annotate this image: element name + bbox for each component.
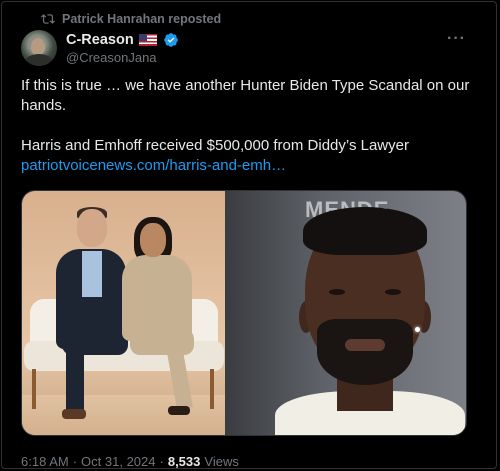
tweet-line-2: Harris and Emhoff received $500,000 from… (21, 137, 409, 154)
views-label: Views (204, 454, 239, 469)
repost-icon (41, 14, 55, 24)
us-flag-icon (138, 34, 157, 46)
more-options-button[interactable]: ··· (447, 30, 466, 48)
photo-couple-on-sofa[interactable] (22, 191, 225, 435)
post-date[interactable]: Oct 31, 2024 (81, 454, 155, 469)
verified-badge-icon (163, 33, 178, 47)
tweet-meta: 6:18 AM · Oct 31, 2024 · 8,533 Views (21, 454, 239, 469)
post-time[interactable]: 6:18 AM (21, 454, 69, 469)
meta-separator: · (72, 454, 78, 469)
author-display-name[interactable]: C-Reason (66, 32, 134, 48)
repost-label: Patrick Hanrahan reposted (62, 12, 222, 26)
article-link[interactable]: patriotvoicenews.com/harris-and-emh… (21, 157, 286, 174)
avatar[interactable] (21, 30, 57, 66)
views-count: 8,533 (167, 454, 201, 469)
tweet-line-1: If this is true … we have another Hunter… (21, 77, 470, 114)
meta-separator: · (159, 454, 164, 469)
media-attachment[interactable]: MENDE (21, 190, 467, 436)
tweet-text: If this is true … we have another Hunter… (21, 76, 483, 176)
author-name-row[interactable]: C-Reason (66, 32, 179, 48)
repost-indicator[interactable]: Patrick Hanrahan reposted (41, 11, 221, 27)
photo-portrait[interactable]: MENDE (225, 191, 466, 435)
author-handle[interactable]: @CreasonJana (66, 50, 157, 65)
tweet-card[interactable]: Patrick Hanrahan reposted C-Reason @Crea… (1, 1, 497, 469)
